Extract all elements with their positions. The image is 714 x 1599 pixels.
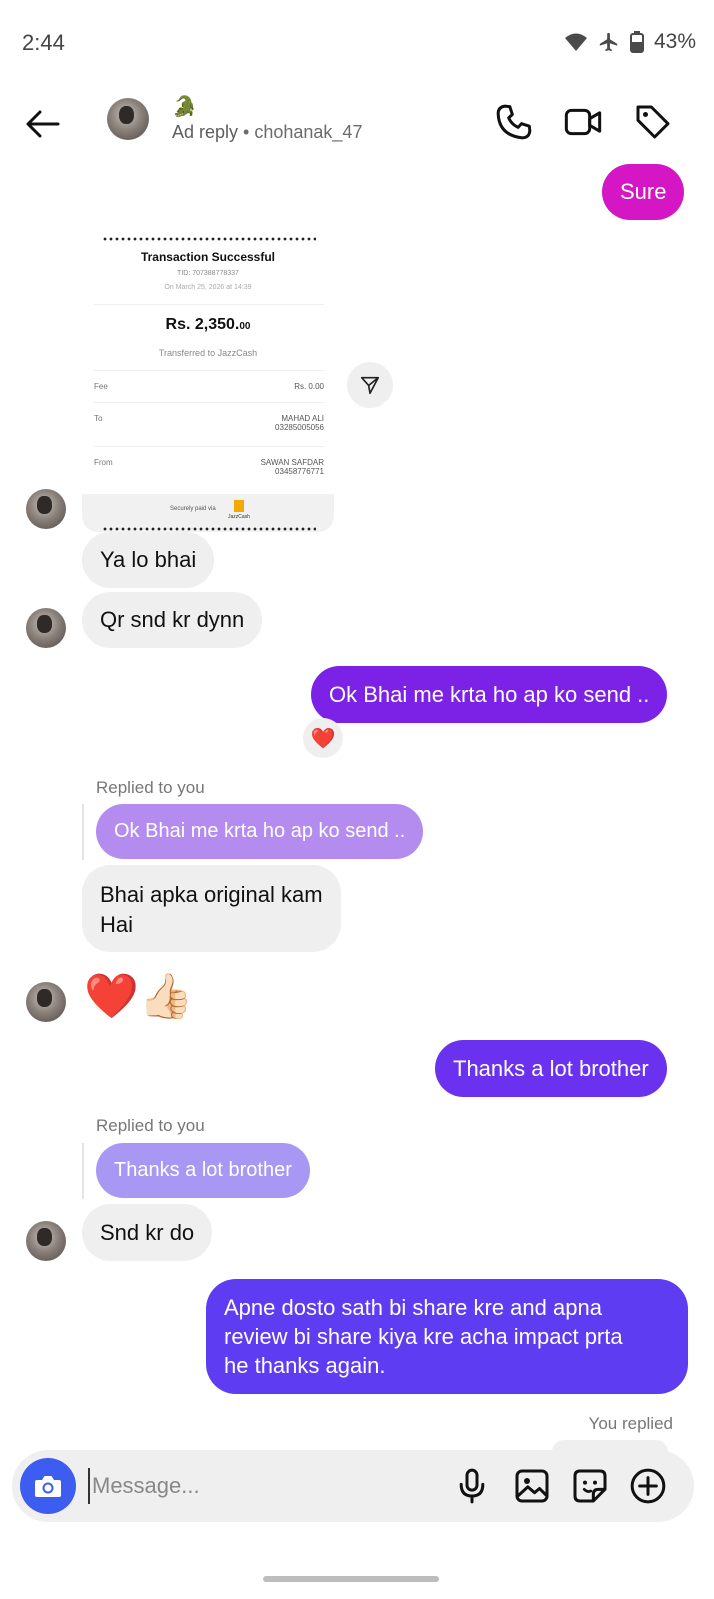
- send-icon: [360, 376, 380, 395]
- battery-percent: 43%: [653, 30, 696, 53]
- replied-to-you-label: Replied to you: [96, 1116, 205, 1135]
- chat-header: 🐊 Ad reply • chohanak_47: [0, 90, 714, 170]
- jazzcash-logo-icon: [234, 500, 244, 512]
- video-call-icon[interactable]: [563, 102, 603, 142]
- message-bhai-apka[interactable]: Bhai apka original kam Hai: [82, 865, 341, 952]
- message-ya-lo-bhai[interactable]: Ya lo bhai: [82, 532, 215, 588]
- message-text: Ya lo bhai: [100, 547, 197, 572]
- camera-icon: [35, 1476, 61, 1497]
- contact-subtitle[interactable]: Ad reply • chohanak_47: [172, 122, 362, 143]
- message-qr-snd[interactable]: Qr snd kr dynn: [82, 592, 263, 648]
- emoji-message[interactable]: ❤️👍🏻: [84, 970, 194, 1024]
- contact-avatar[interactable]: [107, 98, 149, 140]
- receipt-divider: [94, 446, 324, 447]
- receipt-amount-main: Rs. 2,350.: [165, 316, 240, 333]
- receipt-fee-row: Fee Rs. 0.00: [94, 382, 324, 391]
- receipt-amount-decimals: 00: [239, 321, 251, 332]
- share-button[interactable]: [347, 362, 393, 408]
- receipt-date: On March 25, 2026 at 14:39: [164, 284, 252, 291]
- ad-reply-label: Ad reply: [172, 122, 239, 142]
- receipt-from-row: From SAWAN SAFDAR 03458776771: [94, 458, 324, 476]
- message-text-line-1: Apne dosto sath bi share kre and apna: [224, 1295, 602, 1320]
- receipt-from-number: 03458776771: [275, 467, 324, 476]
- navigation-handle[interactable]: [263, 1576, 439, 1582]
- gallery-icon[interactable]: [512, 1466, 552, 1506]
- message-text: Sure: [620, 179, 667, 204]
- status-bar: 2:44 43%: [0, 0, 714, 90]
- receipt-divider: [94, 304, 324, 305]
- you-replied-label: You replied: [588, 1414, 673, 1433]
- message-text: Qr snd kr dynn: [100, 607, 245, 632]
- add-icon[interactable]: [628, 1466, 668, 1506]
- receipt-divider: [94, 370, 324, 371]
- receipt-to-value: MAHAD ALI 03285005056: [275, 414, 324, 432]
- quoted-message[interactable]: Thanks a lot brother: [96, 1143, 310, 1198]
- receipt-fee-label: Fee: [94, 382, 108, 391]
- phone-call-icon[interactable]: [494, 102, 534, 142]
- receipt-to-number: 03285005056: [275, 423, 324, 432]
- quoted-message[interactable]: Ok Bhai me krta ho ap ko send ..: [96, 804, 424, 859]
- receipt-from-label: From: [94, 458, 113, 467]
- airplane-mode-icon: [599, 32, 618, 52]
- sender-avatar[interactable]: [26, 489, 66, 529]
- receipt-from-name: SAWAN SAFDAR: [260, 458, 324, 467]
- receipt-title: Transaction Successful: [140, 250, 276, 264]
- message-text-line-2: review bi share kiya kre acha impact prt…: [224, 1324, 623, 1349]
- message-text-line-3: he thanks again.: [224, 1353, 386, 1378]
- receipt-transferred-to: Transferred to JazzCash: [158, 348, 258, 358]
- receipt-divider: [94, 402, 324, 403]
- receipt-amount: Rs. 2,350.00: [82, 316, 334, 334]
- camera-button[interactable]: [20, 1458, 76, 1514]
- message-ok-bhai[interactable]: Ok Bhai me krta ho ap ko send ..: [311, 666, 668, 723]
- reaction-heart-icon: ❤️: [310, 727, 336, 750]
- receipt-fee-value: Rs. 0.00: [294, 382, 324, 391]
- message-apne-dosto[interactable]: Apne dosto sath bi share kre and apna re…: [206, 1279, 688, 1394]
- message-text-line-1: Bhai apka original kam: [100, 882, 323, 907]
- sender-avatar[interactable]: [26, 982, 66, 1022]
- transaction-receipt-image[interactable]: Transaction Successful TID: 707388778337…: [82, 236, 334, 532]
- tag-icon[interactable]: [633, 102, 673, 142]
- receipt-tid: TID: 707388778337: [177, 270, 239, 277]
- quoted-text: Thanks a lot brother: [114, 1159, 292, 1181]
- message-sure[interactable]: Sure: [602, 164, 685, 220]
- subtitle-separator: •: [238, 122, 255, 142]
- heart-reaction[interactable]: ❤️: [303, 718, 343, 758]
- replied-to-you-label: Replied to you: [96, 778, 205, 797]
- receipt-to-row: To MAHAD ALI 03285005056: [94, 414, 324, 432]
- sender-avatar[interactable]: [26, 1221, 66, 1261]
- receipt-to-name: MAHAD ALI: [281, 414, 324, 423]
- sender-avatar[interactable]: [26, 608, 66, 648]
- microphone-icon[interactable]: [452, 1466, 492, 1506]
- receipt-top-edge: [102, 236, 316, 242]
- message-snd-kr-do[interactable]: Snd kr do: [82, 1204, 213, 1261]
- contact-name-emoji[interactable]: 🐊: [172, 94, 197, 119]
- back-arrow-icon[interactable]: [22, 104, 62, 144]
- battery-icon: [629, 31, 644, 53]
- message-text: Thanks a lot brother: [453, 1055, 649, 1081]
- contact-username: chohanak_47: [254, 122, 363, 142]
- message-input[interactable]: [88, 1468, 388, 1504]
- receipt-to-label: To: [94, 414, 103, 423]
- message-thanks-brother[interactable]: Thanks a lot brother: [435, 1040, 667, 1097]
- quoted-text: Ok Bhai me krta ho ap ko send ..: [114, 820, 406, 842]
- message-text-line-2: Hai: [100, 912, 134, 937]
- receipt-footer-text: Securely paid via: [170, 506, 216, 512]
- status-icons: 43%: [564, 30, 696, 54]
- message-composer: [12, 1450, 694, 1522]
- status-time: 2:44: [22, 30, 65, 55]
- message-text: Snd kr do: [100, 1219, 195, 1245]
- reply-indicator-line: [82, 1143, 84, 1199]
- receipt-from-value: SAWAN SAFDAR 03458776771: [261, 458, 324, 476]
- reply-indicator-line: [82, 804, 84, 860]
- sticker-icon[interactable]: [570, 1466, 610, 1506]
- wifi-icon: [564, 33, 587, 51]
- receipt-brand: JazzCash: [228, 514, 250, 520]
- message-text: Ok Bhai me krta ho ap ko send ..: [329, 681, 650, 707]
